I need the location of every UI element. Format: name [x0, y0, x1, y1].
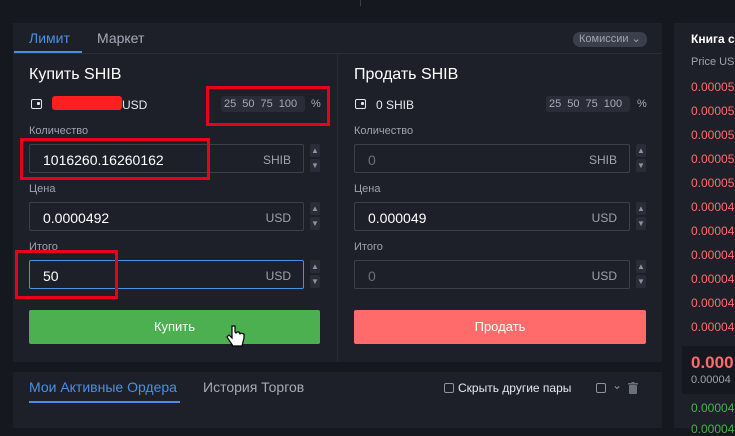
chevron-up-icon[interactable]: ▲ — [636, 144, 646, 157]
sell-quantity-label: Количество — [354, 125, 414, 137]
chevron-up-icon[interactable]: ▲ — [636, 260, 646, 273]
tab-active-orders[interactable]: Мои Активные Ордера — [29, 379, 177, 395]
buy-total-unit: USD — [265, 269, 291, 283]
sell-total-input[interactable]: 0 USD — [354, 260, 630, 289]
chevron-down-icon[interactable]: ▼ — [636, 275, 646, 288]
bid-row[interactable]: 0.00004 — [691, 422, 734, 436]
ask-row[interactable]: 0.00005 — [691, 152, 734, 166]
buy-sell-divider — [337, 54, 338, 362]
ask-row[interactable]: 0.00004 — [691, 224, 734, 238]
chevron-down-icon[interactable]: ▼ — [310, 217, 320, 230]
sell-price-unit: USD — [591, 211, 617, 225]
ask-row[interactable]: 0.00004 — [691, 320, 734, 334]
sell-percent-selector: 25 50 75 100 — [546, 96, 630, 112]
buy-price-unit: USD — [265, 211, 291, 225]
tab-active-orders-underline — [29, 401, 180, 403]
ask-row[interactable]: 0.00005 — [691, 128, 734, 142]
chevron-down-icon[interactable]: ▼ — [310, 275, 320, 288]
buy-quantity-unit: SHIB — [262, 153, 291, 167]
ask-row[interactable]: 0.00005 — [691, 80, 734, 94]
ask-row[interactable]: 0.00004 — [691, 248, 734, 262]
order-book-title: Книга с — [691, 32, 735, 46]
cursor-hand-icon — [226, 324, 246, 355]
sell-total-placeholder: 0 — [368, 268, 376, 284]
chevron-up-icon[interactable]: ▲ — [636, 202, 646, 215]
sell-total-stepper[interactable]: ▲ ▼ — [636, 260, 646, 289]
sell-price-value: 0.000049 — [368, 210, 427, 226]
select-all-checkbox[interactable] — [596, 383, 606, 393]
sell-price-stepper[interactable]: ▲ ▼ — [636, 202, 646, 231]
highlight-percent-box — [206, 86, 330, 126]
sell-quantity-stepper[interactable]: ▲ ▼ — [636, 144, 646, 173]
buy-price-value: 0.0000492 — [43, 210, 110, 226]
sell-quantity-placeholder: 0 — [368, 152, 376, 168]
ask-row[interactable]: 0.00005 — [691, 176, 734, 190]
sell-price-input[interactable]: 0.000049 USD — [354, 202, 630, 231]
tab-market[interactable]: Маркет — [97, 30, 144, 46]
sell-button[interactable]: Продать — [354, 310, 646, 344]
chevron-down-icon[interactable]: ▼ — [636, 159, 646, 172]
chevron-down-icon[interactable]: ⌄ — [612, 378, 622, 392]
sell-quantity-unit: SHIB — [588, 153, 617, 167]
ask-row[interactable]: 0.00004 — [691, 272, 734, 286]
highlight-total-box — [15, 250, 118, 299]
chevron-up-icon[interactable]: ▲ — [310, 202, 320, 215]
buy-price-label: Цена — [29, 183, 56, 195]
sell-pct-50[interactable]: 50 — [564, 98, 582, 110]
redacted-balance — [52, 96, 122, 110]
buy-quantity-label: Количество — [29, 125, 89, 137]
sell-pct-75[interactable]: 75 — [583, 98, 601, 110]
sell-total-label: Итого — [354, 241, 383, 253]
buy-title: Купить SHIB — [29, 66, 122, 83]
trash-icon[interactable] — [628, 381, 638, 399]
sell-pct-100[interactable]: 100 — [601, 98, 625, 110]
mid-price-sub: 0.00004 — [691, 374, 731, 386]
highlight-quantity-box — [20, 138, 210, 180]
buy-price-stepper[interactable]: ▲ ▼ — [310, 202, 320, 231]
hide-other-pairs-label: Скрыть другие пары — [458, 381, 572, 395]
ask-row[interactable]: 0.00004 — [691, 200, 734, 214]
sell-title: Продать SHIB — [354, 66, 459, 83]
chevron-up-icon[interactable]: ▲ — [310, 260, 320, 273]
buy-quantity-stepper[interactable]: ▲ ▼ — [310, 144, 320, 173]
sell-quantity-input[interactable]: 0 SHIB — [354, 144, 630, 173]
tab-trade-history[interactable]: История Торгов — [203, 379, 304, 395]
top-strip — [0, 0, 735, 14]
buy-button[interactable]: Купить — [29, 310, 320, 344]
sell-balance: 0 SHIB — [376, 98, 415, 112]
tab-limit[interactable]: Лимит — [29, 30, 70, 46]
commission-dropdown[interactable]: Комиссии ⌄ — [573, 32, 647, 47]
buy-price-input[interactable]: 0.0000492 USD — [29, 202, 304, 231]
chevron-down-icon: ⌄ — [631, 33, 641, 45]
hide-other-pairs-checkbox[interactable] — [444, 383, 454, 393]
ask-row[interactable]: 0.00005 — [691, 104, 734, 118]
buy-balance-currency: USD — [122, 98, 148, 112]
chevron-down-icon[interactable]: ▼ — [310, 159, 320, 172]
sell-price-label: Цена — [354, 183, 381, 195]
sell-pct-25[interactable]: 25 — [546, 98, 564, 110]
order-book-price-header: Price USI — [691, 56, 735, 68]
chevron-down-icon[interactable]: ▼ — [636, 217, 646, 230]
wallet-icon — [31, 99, 42, 109]
mid-price: 0.000 — [691, 353, 734, 372]
top-divider — [360, 0, 361, 6]
ask-row[interactable]: 0.00004 — [691, 296, 734, 310]
sell-total-unit: USD — [591, 269, 617, 283]
buy-total-stepper[interactable]: ▲ ▼ — [310, 260, 320, 289]
bid-row[interactable]: 0.00004 — [691, 401, 734, 415]
chevron-up-icon[interactable]: ▲ — [310, 144, 320, 157]
sell-percent-sign: % — [637, 98, 647, 110]
commission-label: Комиссии — [579, 33, 629, 45]
wallet-icon — [355, 99, 366, 109]
